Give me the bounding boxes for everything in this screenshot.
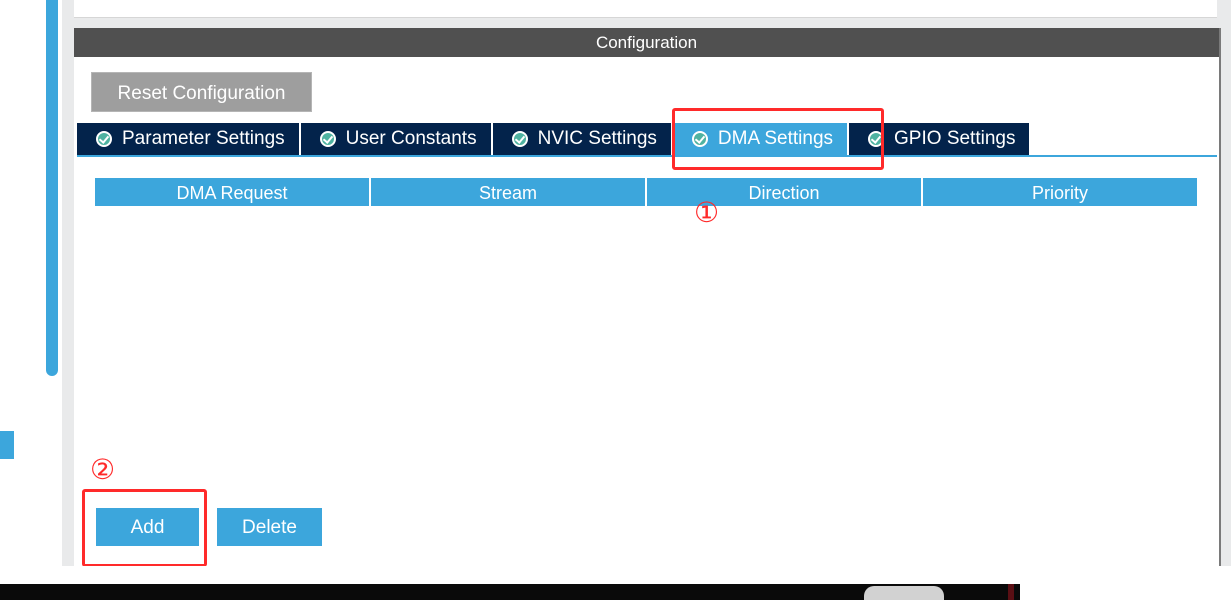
pane-divider[interactable] xyxy=(62,0,74,566)
tab-nvic-settings[interactable]: NVIC Settings xyxy=(492,123,673,155)
bottom-strip xyxy=(0,566,1231,584)
configuration-header: Configuration xyxy=(74,28,1219,57)
tab-label: Parameter Settings xyxy=(122,128,285,149)
left-selection-marker xyxy=(0,431,14,459)
tab-label: DMA Settings xyxy=(717,128,834,149)
tab-label: GPIO Settings xyxy=(894,128,1016,149)
dma-table-body[interactable] xyxy=(95,206,1197,446)
tab-parameter-settings[interactable]: Parameter Settings xyxy=(77,123,301,155)
tab-dma-settings[interactable]: DMA Settings xyxy=(672,123,850,155)
check-circle-icon xyxy=(96,131,112,147)
app-root: Configuration Reset Configuration Parame… xyxy=(0,0,1231,600)
upper-panel xyxy=(74,0,1217,18)
tab-bar: Parameter Settings User Constants NVIC S… xyxy=(77,123,1032,155)
right-edge-line xyxy=(1219,28,1221,568)
left-scrollbar[interactable] xyxy=(46,0,58,376)
tab-label: NVIC Settings xyxy=(537,128,657,149)
tab-label: User Constants xyxy=(345,128,477,149)
annotation-marker-2: ② xyxy=(90,453,116,486)
check-circle-icon xyxy=(319,131,336,147)
column-header-dma-request[interactable]: DMA Request xyxy=(95,178,371,206)
taskbar-button[interactable] xyxy=(864,586,944,600)
tab-underline xyxy=(77,155,1217,157)
tab-user-constants[interactable]: User Constants xyxy=(300,123,493,155)
annotation-marker-1: ① xyxy=(694,196,720,229)
column-header-stream[interactable]: Stream xyxy=(371,178,647,206)
column-header-direction[interactable]: Direction xyxy=(647,178,923,206)
tab-gpio-settings[interactable]: GPIO Settings xyxy=(849,123,1032,155)
check-circle-icon xyxy=(691,131,708,147)
column-header-priority[interactable]: Priority xyxy=(923,178,1197,206)
reset-configuration-button[interactable]: Reset Configuration xyxy=(91,72,312,112)
add-button[interactable]: Add xyxy=(96,508,199,546)
check-circle-icon xyxy=(868,131,885,147)
taskbar-window[interactable] xyxy=(1020,584,1231,600)
taskbar-separator xyxy=(1008,584,1014,600)
delete-button[interactable]: Delete xyxy=(217,508,322,546)
check-circle-icon xyxy=(511,131,528,147)
dma-table-header: DMA Request Stream Direction Priority xyxy=(95,178,1197,206)
